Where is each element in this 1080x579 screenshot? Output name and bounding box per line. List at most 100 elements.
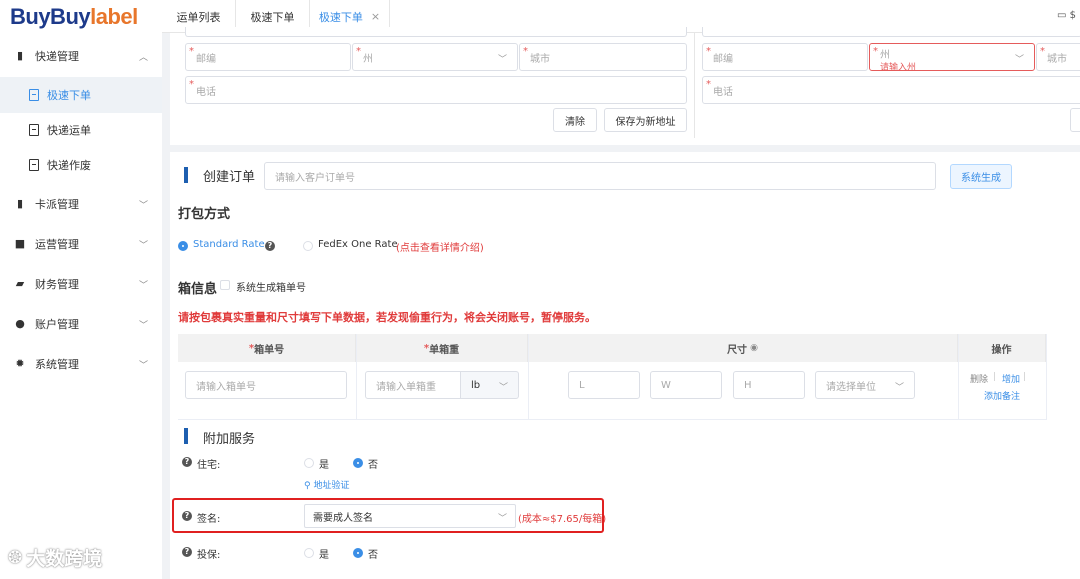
camera-icon: ■ [14,237,26,250]
weight-warning-text: 请按包裹真实重量和尺寸填写下单数据，若发现偷重行为，将会关闭账号，暂停服务。 [178,311,596,324]
receiver-button-partial[interactable] [1070,108,1080,132]
box-number-input[interactable]: 请输入箱单号 [185,371,347,399]
sidebar-group-express[interactable]: ▮ 快递管理 ︿ [0,38,162,74]
column-header-size: 尺寸 ◉ [528,334,958,362]
weight-unit-select[interactable]: lb ﹀ [460,371,519,399]
insurance-yes-label[interactable]: 是 [319,546,329,561]
chevron-down-icon: ﹀ [138,201,148,211]
address-field-partial[interactable] [702,27,1080,37]
dimension-unit-select[interactable]: 请选择单位 ﹀ [815,371,915,399]
chevron-down-icon: ﹀ [1014,55,1024,65]
sidebar-group-finance[interactable]: ▰ 财务管理 ﹀ [0,266,162,302]
sidebar-group-label: 卡派管理 [35,198,79,211]
sidebar-group-label: 快递管理 [35,50,79,63]
packing-section-title: 打包方式 [178,207,231,222]
balance-indicator: ▭ $ [1056,10,1076,21]
auto-box-number-label: 系统生成箱单号 [236,283,306,294]
document-icon [29,89,39,101]
residential-no-label[interactable]: 否 [368,456,378,471]
residential-label: 住宅: [197,460,221,471]
insurance-yes-radio[interactable] [304,548,314,558]
residential-no-radio[interactable] [353,458,363,468]
box-section-title: 箱信息 [178,282,218,297]
length-input[interactable]: L [568,371,640,399]
address-field-partial[interactable] [185,27,687,37]
wallet-icon: ▭ [1056,10,1070,21]
residential-yes-radio[interactable] [304,458,314,468]
receiver-city-field[interactable]: * 城市 [1036,43,1080,71]
signature-highlight-box [172,498,604,533]
watermark-logo-icon: ❂ [8,547,23,568]
chevron-down-icon: ﹀ [498,383,508,393]
sidebar-item-express-void[interactable]: 快递作废 [0,147,162,183]
user-icon: ● [15,317,25,330]
help-icon[interactable]: ? [265,241,275,251]
chevron-down-icon: ﹀ [497,55,507,65]
fedex-one-rate-radio[interactable] [303,241,313,251]
sidebar-group-system[interactable]: ✹ 系统管理 ﹀ [0,346,162,382]
insurance-no-label[interactable]: 否 [368,546,378,561]
sidebar-group-label: 运营管理 [35,238,79,251]
fedex-one-rate-label[interactable]: FedEx One Rate [318,239,398,250]
info-icon[interactable]: ◉ [750,343,758,353]
document-icon [29,124,39,136]
sidebar-item-quick-order[interactable]: 极速下单 [0,77,162,113]
standard-rate-label[interactable]: Standard Rate [193,239,265,250]
sender-phone-field[interactable]: * 电话 [185,76,687,104]
clipboard-icon: ▮ [16,49,24,62]
clipboard-icon: ▮ [16,197,24,210]
brand-logo[interactable]: BuyBuylabel [10,4,138,30]
clear-button[interactable]: 清除 [553,108,597,132]
column-header-weight: * 单箱重 [356,334,528,362]
close-icon[interactable]: × [371,10,380,23]
receiver-state-select[interactable]: * 州请输入州 ﹀ [869,43,1035,73]
sender-city-field[interactable]: * 城市 [519,43,687,71]
sender-state-select[interactable]: * 州 ﹀ [352,43,518,71]
chevron-down-icon: ﹀ [138,241,148,251]
sidebar-item-label: 极速下单 [47,89,91,102]
sidebar-group-label: 系统管理 [35,358,79,371]
chevron-down-icon: ﹀ [894,383,904,393]
column-header-box-no: * 箱单号 [178,334,356,362]
residential-yes-label[interactable]: 是 [319,456,329,471]
services-section-title: 附加服务 [203,432,256,447]
sidebar-item-express-waybill[interactable]: 快递运单 [0,112,162,148]
column-header-actions: 操作 [958,334,1046,362]
fedex-details-link[interactable]: (点击查看详情介绍) [396,239,484,254]
receiver-phone-field[interactable]: * 电话 [702,76,1080,104]
standard-rate-radio[interactable] [178,241,188,251]
sidebar-group-label: 财务管理 [35,278,79,291]
chevron-down-icon: ﹀ [138,361,148,371]
delete-row-link[interactable]: 删除 [970,372,988,385]
document-icon [29,159,39,171]
sidebar-group-account[interactable]: ● 账户管理 ﹀ [0,306,162,342]
box-table-header: * 箱单号 * 单箱重 尺寸 ◉ 操作 [178,334,1046,362]
gear-icon: ✹ [15,357,25,370]
sidebar-group-operations[interactable]: ■ 运营管理 ﹀ [0,226,162,262]
auto-box-number-checkbox[interactable] [220,280,230,290]
width-input[interactable]: W [650,371,722,399]
save-address-button[interactable]: 保存为新地址 [604,108,687,132]
chevron-down-icon: ﹀ [138,281,148,291]
insurance-label: 投保: [197,550,221,561]
help-icon[interactable]: ? [182,457,192,467]
wallet-icon: ▰ [15,277,25,290]
chevron-down-icon: ﹀ [138,321,148,331]
address-panel: * 邮编 * 州 ﹀ * 城市 * 电话 清除 保存为新地址 * 邮编 * 州请输入州 ﹀ * 城… [170,27,1080,145]
state-error-text: 请输入州 [880,63,917,73]
address-verify-link[interactable]: ⚲ 地址验证 [304,478,349,491]
receiver-zip-field[interactable]: * 邮编 [702,43,868,71]
add-note-link[interactable]: 添加备注 [984,389,1020,402]
customer-order-input[interactable]: 请输入客户订单号 [264,162,936,190]
box-weight-input[interactable]: 请输入单箱重 [365,371,461,399]
sidebar-item-label: 快递运单 [47,124,91,137]
height-input[interactable]: H [733,371,805,399]
sidebar-item-label: 快递作废 [47,159,91,172]
system-generate-button[interactable]: 系统生成 [950,164,1012,189]
add-row-link[interactable]: 增加 [1002,372,1020,385]
insurance-no-radio[interactable] [353,548,363,558]
sender-zip-field[interactable]: * 邮编 [185,43,351,71]
help-icon[interactable]: ? [182,547,192,557]
sidebar-group-truck[interactable]: ▮ 卡派管理 ﹀ [0,186,162,222]
sidebar-group-label: 账户管理 [35,318,79,331]
